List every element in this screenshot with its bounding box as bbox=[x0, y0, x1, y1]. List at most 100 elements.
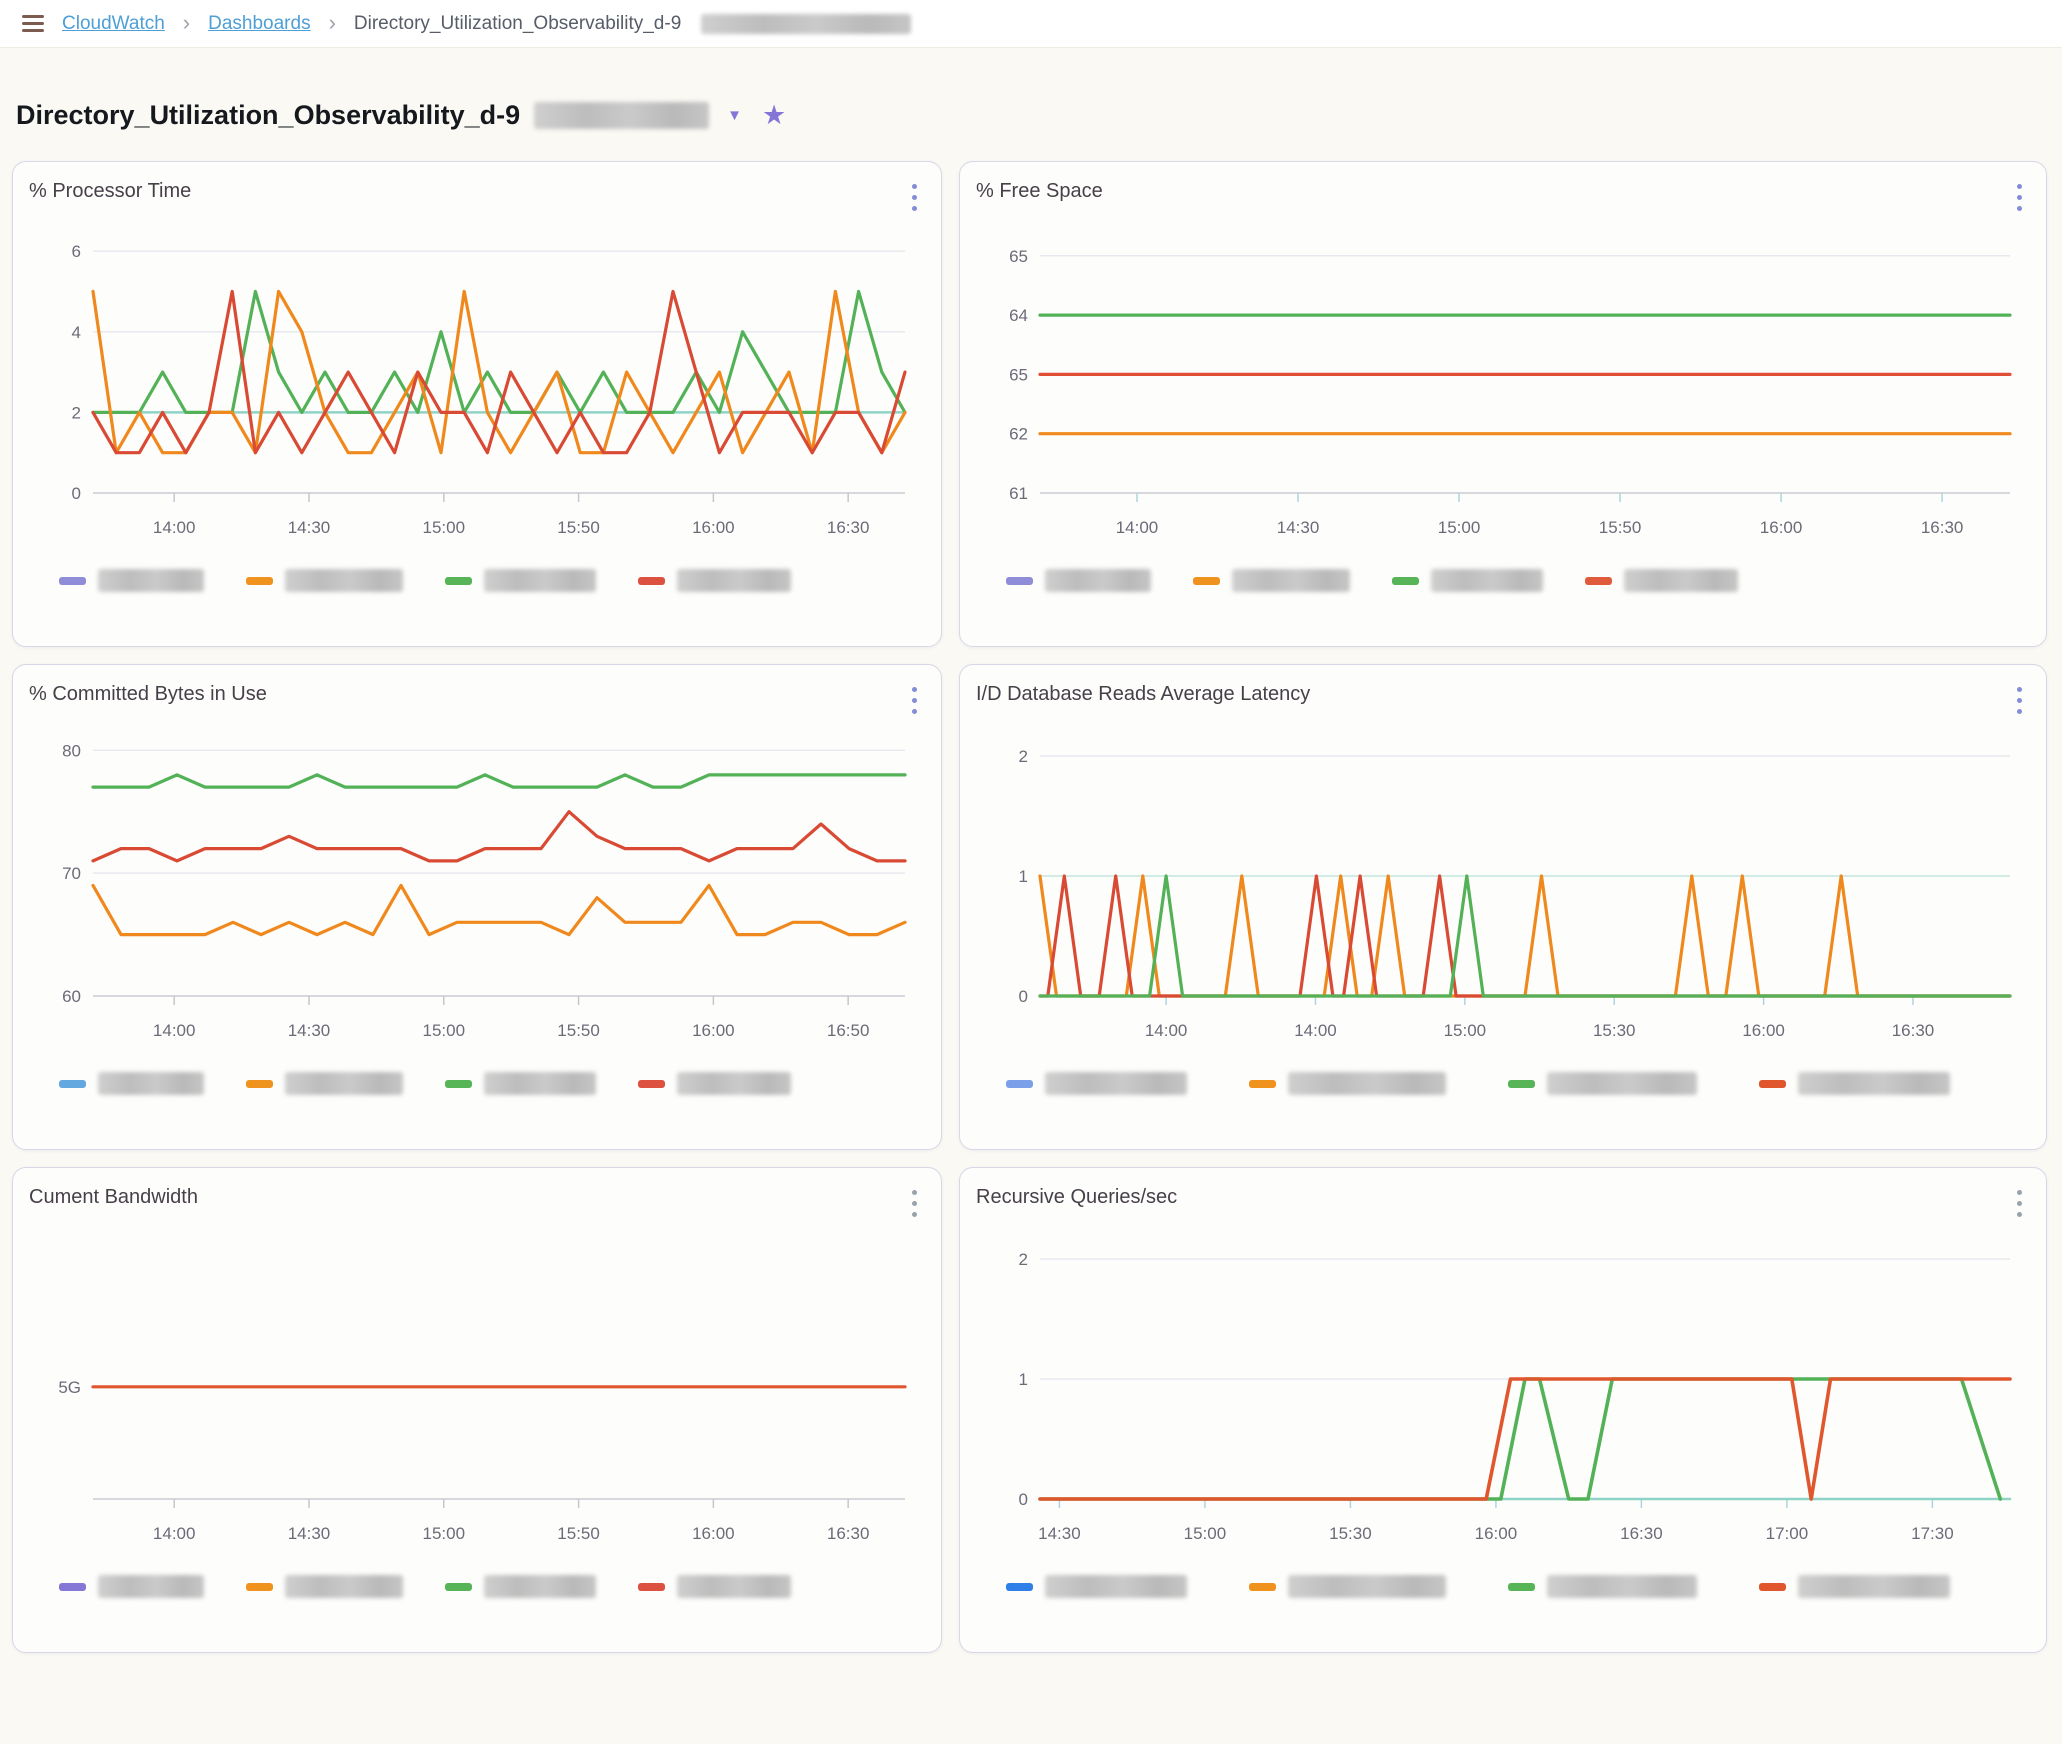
chart-legend bbox=[29, 1575, 925, 1598]
legend-item[interactable] bbox=[246, 1575, 403, 1598]
breadcrumb-dashboards[interactable]: Dashboards bbox=[208, 13, 310, 35]
legend-item[interactable] bbox=[246, 569, 403, 592]
legend-swatch bbox=[1585, 577, 1612, 585]
legend-item[interactable] bbox=[638, 1072, 791, 1095]
svg-text:64: 64 bbox=[1009, 306, 1028, 325]
legend-swatch bbox=[246, 1080, 273, 1088]
svg-text:1: 1 bbox=[1019, 1370, 1028, 1389]
x-axis: 14:0014:3015:0015:5016:0016:30 bbox=[1116, 493, 1964, 537]
chart-area: 642014:0014:3015:0015:5016:0016:30 bbox=[29, 209, 925, 565]
svg-text:15:00: 15:00 bbox=[423, 1524, 466, 1543]
kebab-menu-icon[interactable] bbox=[908, 180, 921, 215]
caret-down-icon[interactable]: ▼ bbox=[727, 107, 742, 124]
chart-canvas: 5G14:0014:3015:0015:5016:0016:30 bbox=[29, 1215, 925, 1571]
svg-text:14:30: 14:30 bbox=[1038, 1524, 1081, 1543]
legend-item[interactable] bbox=[59, 1575, 204, 1598]
chart-area: 5G14:0014:3015:0015:5016:0016:30 bbox=[29, 1215, 925, 1571]
legend-item[interactable] bbox=[1508, 1575, 1697, 1598]
chart-legend bbox=[976, 569, 2030, 592]
legend-label-redacted bbox=[484, 569, 596, 592]
legend-label-redacted bbox=[1045, 1575, 1187, 1598]
legend-item[interactable] bbox=[1249, 1072, 1446, 1095]
legend-swatch bbox=[1759, 1583, 1786, 1591]
legend-item[interactable] bbox=[59, 1072, 204, 1095]
legend-item[interactable] bbox=[445, 1575, 596, 1598]
legend-swatch bbox=[1508, 1583, 1535, 1591]
legend-label-redacted bbox=[677, 569, 791, 592]
kebab-menu-icon[interactable] bbox=[2013, 180, 2026, 215]
legend-item[interactable] bbox=[1006, 569, 1151, 592]
legend-item[interactable] bbox=[1759, 1575, 1950, 1598]
chart-legend bbox=[29, 569, 925, 592]
widget-title: Cument Bandwidth bbox=[29, 1186, 925, 1209]
chart-area: 21014:3015:0015:3016:0016:3017:0017:30 bbox=[976, 1215, 2030, 1571]
kebab-menu-icon[interactable] bbox=[908, 1186, 921, 1221]
svg-text:16:30: 16:30 bbox=[827, 518, 870, 537]
svg-text:61: 61 bbox=[1009, 484, 1028, 503]
legend-item[interactable] bbox=[1585, 569, 1738, 592]
legend-item[interactable] bbox=[638, 569, 791, 592]
svg-text:16:00: 16:00 bbox=[692, 1524, 735, 1543]
legend-item[interactable] bbox=[1249, 1575, 1446, 1598]
widget-db-reads-latency: I/D Database Reads Average Latency 21014… bbox=[959, 664, 2047, 1150]
legend-item[interactable] bbox=[1392, 569, 1543, 592]
svg-text:14:30: 14:30 bbox=[1277, 518, 1320, 537]
x-axis: 14:0014:3015:0015:5016:0016:30 bbox=[153, 493, 870, 537]
series-lines bbox=[93, 775, 905, 935]
svg-text:15:50: 15:50 bbox=[1599, 518, 1642, 537]
svg-text:0: 0 bbox=[72, 484, 81, 503]
svg-text:17:30: 17:30 bbox=[1911, 1524, 1954, 1543]
kebab-menu-icon[interactable] bbox=[908, 683, 921, 718]
svg-text:15:30: 15:30 bbox=[1593, 1021, 1636, 1040]
legend-swatch bbox=[638, 1583, 665, 1591]
svg-text:0: 0 bbox=[1019, 987, 1028, 1006]
kebab-menu-icon[interactable] bbox=[2013, 1186, 2026, 1221]
widget-current-bandwidth: Cument Bandwidth 5G14:0014:3015:0015:501… bbox=[12, 1167, 942, 1653]
legend-swatch bbox=[59, 577, 86, 585]
svg-text:16:30: 16:30 bbox=[1892, 1021, 1935, 1040]
legend-item[interactable] bbox=[246, 1072, 403, 1095]
legend-item[interactable] bbox=[638, 1575, 791, 1598]
svg-text:65: 65 bbox=[1009, 247, 1028, 266]
legend-item[interactable] bbox=[1006, 1575, 1187, 1598]
series-lines bbox=[1040, 876, 2010, 996]
legend-label-redacted bbox=[1045, 1072, 1187, 1095]
svg-text:5G: 5G bbox=[58, 1378, 81, 1397]
legend-swatch bbox=[246, 1583, 273, 1591]
legend-item[interactable] bbox=[445, 1072, 596, 1095]
legend-label-redacted bbox=[1045, 569, 1151, 592]
legend-label-redacted bbox=[98, 569, 204, 592]
chart-area: 656465626114:0014:3015:0015:5016:0016:30 bbox=[976, 209, 2030, 565]
svg-text:15:00: 15:00 bbox=[1184, 1524, 1227, 1543]
svg-text:15:00: 15:00 bbox=[1444, 1021, 1487, 1040]
svg-text:16:00: 16:00 bbox=[692, 1021, 735, 1040]
chart-legend bbox=[976, 1575, 2030, 1598]
legend-item[interactable] bbox=[1006, 1072, 1187, 1095]
svg-text:16:30: 16:30 bbox=[1921, 518, 1964, 537]
series-orange-66 bbox=[93, 885, 905, 934]
legend-label-redacted bbox=[1232, 569, 1350, 592]
svg-text:4: 4 bbox=[72, 323, 81, 342]
svg-text:14:00: 14:00 bbox=[1145, 1021, 1188, 1040]
chevron-right-icon: › bbox=[325, 10, 340, 36]
legend-item[interactable] bbox=[445, 569, 596, 592]
legend-label-redacted bbox=[1798, 1575, 1950, 1598]
star-icon[interactable]: ★ bbox=[762, 100, 786, 131]
legend-item[interactable] bbox=[1508, 1072, 1697, 1095]
kebab-menu-icon[interactable] bbox=[2013, 683, 2026, 718]
svg-text:14:00: 14:00 bbox=[153, 1524, 196, 1543]
legend-swatch bbox=[445, 577, 472, 585]
svg-text:14:00: 14:00 bbox=[1116, 518, 1159, 537]
legend-item[interactable] bbox=[1759, 1072, 1950, 1095]
legend-item[interactable] bbox=[1193, 569, 1350, 592]
svg-text:14:00: 14:00 bbox=[1294, 1021, 1337, 1040]
legend-item[interactable] bbox=[59, 569, 204, 592]
legend-label-redacted bbox=[98, 1072, 204, 1095]
legend-swatch bbox=[1392, 577, 1419, 585]
legend-label-redacted bbox=[1288, 1072, 1446, 1095]
menu-hamburger-icon[interactable] bbox=[18, 11, 48, 36]
chart-canvas: 21014:3015:0015:3016:0016:3017:0017:30 bbox=[976, 1215, 2030, 1571]
widget-committed-bytes: % Committed Bytes in Use 80706014:0014:3… bbox=[12, 664, 942, 1150]
breadcrumb-cloudwatch[interactable]: CloudWatch bbox=[62, 13, 165, 35]
svg-text:80: 80 bbox=[62, 741, 81, 760]
